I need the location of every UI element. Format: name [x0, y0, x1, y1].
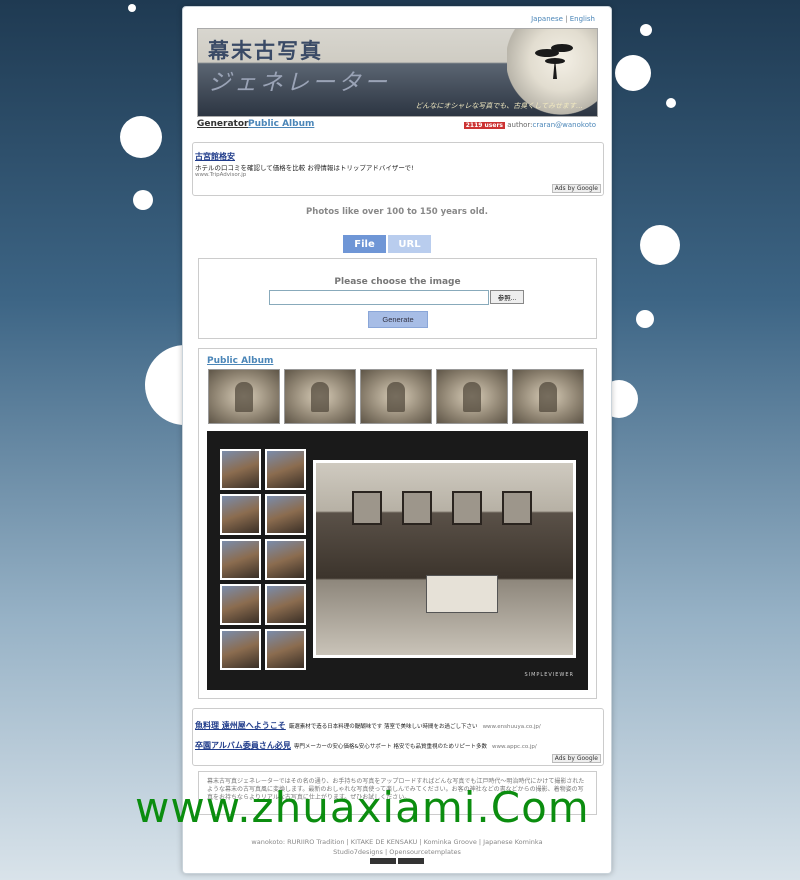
ads-by-google-badge[interactable]: Ads by Google: [551, 184, 601, 193]
gallery-thumbnail[interactable]: [265, 584, 306, 625]
ad-banner-bottom: 魚料理 遠州屋へようこそ 厳選素材で造る日本料理の醍醐味です 落室で美味しい時間を…: [192, 708, 604, 766]
user-count-badge: 2119 users: [463, 122, 505, 129]
gallery-thumbnail[interactable]: [220, 494, 261, 535]
ad-banner-top: 古宮館格安 ホテルの口コミを確認して価格を比較 お得情報はトリップアドバイザーで…: [192, 142, 604, 196]
gallery-thumbnail[interactable]: [265, 629, 306, 670]
gallery-main-photo[interactable]: [313, 460, 576, 658]
photo-detail: [426, 575, 498, 613]
ad-url[interactable]: www.appc.co.jp/: [492, 744, 537, 750]
generate-button[interactable]: Generate: [368, 311, 428, 328]
footer-badges: [183, 857, 611, 867]
ad-row: 魚料理 遠州屋へようこそ 厳選素材で造る日本料理の醍醐味です 落室で美味しい時間を…: [195, 713, 541, 732]
album-thumbnail[interactable]: [360, 369, 432, 424]
tab-url[interactable]: URL: [388, 235, 431, 253]
site-banner[interactable]: 幕末古写真 ジェネレーター どんなにオシャレな写真でも、古臭くしてみせます…: [197, 28, 598, 117]
bg-circle: [666, 98, 676, 108]
bg-circle: [133, 190, 153, 210]
gallery-thumbnail[interactable]: [220, 449, 261, 490]
photo-detail: [502, 491, 532, 525]
language-switch: Japanese | English: [531, 15, 595, 23]
bg-circle: [128, 4, 136, 12]
lang-japanese-link[interactable]: Japanese: [531, 15, 563, 23]
ad-text: 専門メーカーの安心価格&安心サポート 格安でも品質重視のためリピート多数: [293, 744, 487, 750]
tagline: Photos like over 100 to 150 years old.: [306, 207, 488, 217]
album-thumbnail[interactable]: [436, 369, 508, 424]
lang-english-link[interactable]: English: [570, 15, 595, 23]
simpleviewer-logo[interactable]: SIMPLEVIEWER: [524, 672, 574, 678]
album-thumbnail[interactable]: [208, 369, 280, 424]
bg-circle: [636, 310, 654, 328]
gallery-thumbnail[interactable]: [220, 539, 261, 580]
ad-row: 卒園アルバム委員さん必見 専門メーカーの安心価格&安心サポート 格安でも品質重視の…: [195, 733, 537, 752]
footer: wanokoto: RURIIRO Tradition | KITAKE DE …: [183, 837, 611, 867]
pine-tree-icon: [535, 44, 573, 79]
banner-subtitle: どんなにオシャレな写真でも、古臭くしてみせます…: [415, 102, 583, 110]
lang-separator: |: [562, 15, 570, 23]
ad-title-link[interactable]: 古宮館格安: [195, 151, 414, 162]
footer-credits[interactable]: Studio7designs | Opensourcetemplates: [183, 847, 611, 857]
photo-detail: [402, 491, 432, 525]
gallery-thumbnail[interactable]: [220, 584, 261, 625]
main-nav: Generator Public Album 2119 users author…: [197, 119, 596, 135]
tab-file[interactable]: File: [343, 235, 386, 253]
footer-badge[interactable]: [398, 858, 424, 864]
browse-button[interactable]: 参照...: [490, 290, 524, 304]
gallery-thumbnail[interactable]: [220, 629, 261, 670]
nav-public-album-link[interactable]: Public Album: [248, 119, 314, 129]
nav-generator-link[interactable]: Generator: [197, 119, 248, 129]
author-label: author:: [507, 121, 533, 129]
photo-detail: [352, 491, 382, 525]
gallery-thumbnail[interactable]: [265, 449, 306, 490]
input-mode-tabs: File URL: [343, 235, 431, 253]
gallery-thumbnail[interactable]: [265, 494, 306, 535]
bg-circle: [615, 55, 651, 91]
footer-badge[interactable]: [370, 858, 396, 864]
ad-text: ホテルの口コミを確認して価格を比較 お得情報はトリップアドバイザーで!: [195, 164, 414, 172]
album-thumbnail[interactable]: [284, 369, 356, 424]
ad-title-link[interactable]: 魚料理 遠州屋へようこそ: [195, 721, 286, 730]
user-info: 2119 users author:craran@wanokoto: [463, 121, 596, 129]
gallery-thumbnail[interactable]: [265, 539, 306, 580]
watermark-text: www.zhuaxiami.Com: [135, 783, 590, 832]
banner-title-primary: 幕末古写真: [208, 38, 323, 63]
upload-panel: Please choose the image 参照... Generate: [198, 258, 597, 339]
footer-links[interactable]: wanokoto: RURIIRO Tradition | KITAKE DE …: [183, 837, 611, 847]
bg-circle: [640, 24, 652, 36]
album-thumbnail[interactable]: [512, 369, 584, 424]
file-path-input[interactable]: [269, 290, 489, 305]
ads-by-google-badge[interactable]: Ads by Google: [551, 754, 601, 763]
photo-detail: [452, 491, 482, 525]
page-container: Japanese | English 幕末古写真 ジェネレーター どんなにオシャ…: [182, 6, 612, 874]
album-title-link[interactable]: Public Album: [207, 356, 273, 366]
banner-title-secondary: ジェネレーター: [208, 70, 390, 96]
author-link[interactable]: craran@wanokoto: [533, 121, 596, 129]
ad-text: 厳選素材で造る日本料理の醍醐味です 落室で美味しい時間をお過ごし下さい: [288, 724, 478, 730]
upload-prompt: Please choose the image: [334, 277, 461, 287]
public-album-panel: Public Album SIMPLEVIEWER: [198, 348, 597, 699]
ad-url[interactable]: www.enshuuya.co.jp/: [483, 724, 541, 730]
bg-circle: [640, 225, 680, 265]
bg-circle: [120, 116, 162, 158]
simpleviewer-gallery: SIMPLEVIEWER: [207, 431, 588, 690]
ad-url[interactable]: www.TripAdvisor.jp: [195, 172, 414, 178]
ad-title-link[interactable]: 卒園アルバム委員さん必見: [195, 741, 291, 750]
